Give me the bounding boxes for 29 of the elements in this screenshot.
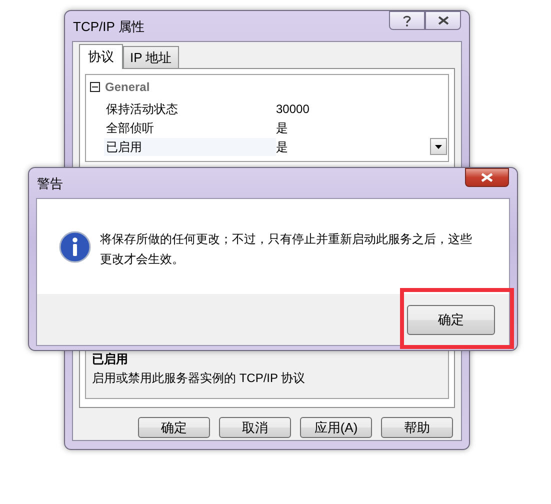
close-button[interactable]	[425, 11, 461, 30]
dialog-button[interactable]: 取消	[219, 417, 291, 438]
property-value: 30000	[276, 100, 310, 118]
alert-message: 将保存所做的任何更改；不过，只有停止并重新启动此服务之后，这些更改才会生效。	[100, 231, 473, 268]
property-name[interactable]: 已启用	[104, 138, 276, 156]
help-icon	[403, 14, 411, 26]
window-title: TCP/IP 属性	[72, 18, 146, 36]
property-value: 是	[276, 120, 289, 136]
tab[interactable]: IP 地址	[123, 46, 179, 68]
info-icon	[59, 231, 91, 263]
dialog-button[interactable]: 确定	[138, 417, 210, 438]
ok-button[interactable]: 确定	[407, 304, 495, 334]
dropdown-button[interactable]	[430, 138, 447, 155]
dialog-button[interactable]: 帮助	[381, 417, 453, 438]
alert-title: 警告	[36, 175, 64, 193]
category-label: General	[105, 79, 150, 96]
close-button[interactable]	[465, 168, 509, 187]
description-title: 已启用	[92, 352, 129, 366]
property-value: 是	[276, 138, 289, 156]
property-name[interactable]: 全部侦听	[104, 118, 276, 136]
property-name[interactable]: 保持活动状态	[104, 100, 276, 118]
close-icon	[481, 173, 493, 182]
help-button[interactable]	[389, 11, 425, 30]
collapse-icon[interactable]	[90, 82, 100, 92]
caret-icon	[435, 144, 442, 148]
description-text: 启用或禁用此服务器实例的 TCP/IP 协议	[92, 370, 306, 387]
dialog-button[interactable]: 应用(A)	[300, 417, 372, 438]
tab[interactable]: 协议	[79, 44, 123, 69]
close-icon	[438, 16, 448, 25]
